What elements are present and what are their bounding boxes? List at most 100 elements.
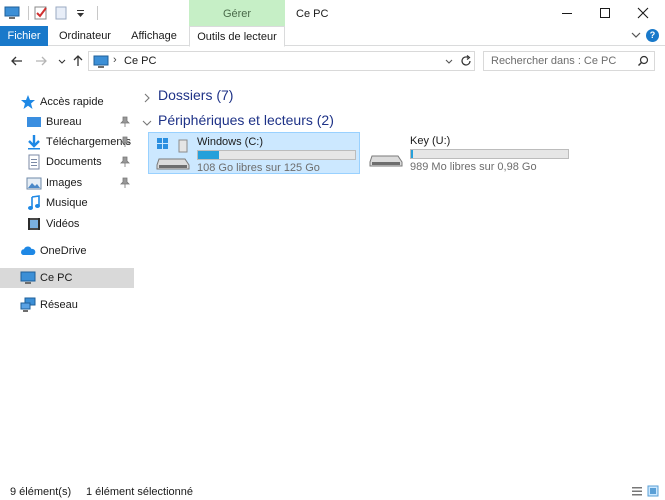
drive-name: Key (U:) — [410, 135, 451, 147]
customize-toolbar-icon[interactable] — [73, 5, 89, 21]
tab-file[interactable]: Fichier — [0, 26, 48, 46]
cloud-icon — [20, 243, 36, 259]
pin-icon — [120, 116, 130, 127]
sidebar-item-downloads[interactable]: Téléchargements — [0, 132, 134, 152]
group-title: Périphériques et lecteurs (2) — [158, 112, 334, 128]
item-count: 9 élément(s) — [10, 486, 72, 498]
up-button[interactable] — [70, 53, 86, 69]
drive-usage-bar — [197, 150, 356, 160]
sidebar-item-desktop[interactable]: Bureau — [0, 112, 134, 132]
recent-locations-button[interactable] — [54, 53, 70, 69]
navigation-pane: Accès rapide Bureau Téléchargements Docu… — [0, 75, 134, 475]
chevron-down-icon — [631, 32, 641, 38]
ribbon-tabs: Fichier Ordinateur Affichage Outils de l… — [0, 26, 665, 47]
minimize-icon — [562, 13, 572, 14]
sidebar-item-label: Ce PC — [40, 272, 73, 284]
sidebar-item-label: Documents — [46, 156, 102, 168]
breadcrumb-chevron-icon[interactable]: › — [113, 54, 117, 66]
back-button[interactable] — [9, 53, 25, 69]
drive-usage-fill — [198, 151, 220, 159]
tab-drive-tools[interactable]: Outils de lecteur — [189, 26, 285, 47]
maximize-icon — [600, 8, 610, 18]
computer-icon[interactable] — [4, 5, 20, 21]
search-icon — [638, 55, 649, 66]
toolbar-divider — [28, 6, 29, 20]
sidebar-item-music[interactable]: Musique — [0, 193, 134, 213]
music-icon — [26, 195, 42, 211]
address-bar[interactable]: › Ce PC — [88, 51, 475, 71]
removable-drive-icon — [368, 136, 404, 170]
properties-icon[interactable] — [33, 5, 49, 21]
new-folder-icon[interactable] — [53, 5, 69, 21]
breadcrumb[interactable]: Ce PC — [124, 55, 156, 67]
sidebar-item-this-pc[interactable]: Ce PC — [0, 268, 134, 288]
large-icons-view-icon[interactable] — [647, 485, 659, 497]
sidebar-item-label: Accès rapide — [40, 96, 104, 108]
group-header-folders[interactable]: Dossiers (7) — [142, 85, 233, 105]
help-icon[interactable]: ? — [646, 29, 659, 42]
navigation-bar: › Ce PC Rechercher dans : Ce PC — [0, 47, 665, 75]
tab-computer[interactable]: Ordinateur — [52, 26, 118, 46]
videos-icon — [26, 216, 42, 232]
group-title: Dossiers (7) — [158, 87, 234, 103]
drive-free-space: 108 Go libres sur 125 Go — [197, 162, 320, 174]
chevron-down-icon — [445, 59, 453, 64]
drive-item-windows-c[interactable]: Windows (C:) 108 Go libres sur 125 Go — [148, 132, 360, 174]
sidebar-item-videos[interactable]: Vidéos — [0, 214, 134, 234]
content-pane: Dossiers (7) Périphériques et lecteurs (… — [140, 75, 665, 475]
chevron-right-icon[interactable] — [142, 90, 152, 103]
title-bar: Gérer Ce PC — [0, 0, 665, 26]
documents-icon — [26, 154, 42, 170]
chevron-down-icon[interactable] — [142, 115, 152, 126]
toolbar-divider — [97, 6, 98, 20]
sidebar-item-onedrive[interactable]: OneDrive — [0, 241, 134, 261]
status-bar: 9 élément(s) 1 élément sélectionné — [0, 478, 665, 500]
images-icon — [26, 175, 42, 191]
system-drive-icon — [155, 137, 191, 171]
drive-usage-bar — [410, 149, 569, 159]
quick-access-toolbar — [4, 4, 98, 22]
arrow-right-icon — [36, 56, 47, 66]
pin-icon — [120, 136, 130, 147]
computer-icon — [93, 55, 109, 68]
search-input[interactable]: Rechercher dans : Ce PC — [491, 55, 616, 67]
sidebar-item-label: Vidéos — [46, 218, 80, 230]
forward-button[interactable] — [33, 53, 49, 69]
sidebar-item-label: Téléchargements — [46, 136, 131, 148]
selection-count: 1 élément sélectionné — [86, 486, 194, 498]
computer-icon — [20, 270, 36, 286]
drive-item-key-u[interactable]: Key (U:) 989 Mo libres sur 0,98 Go — [362, 132, 582, 174]
sidebar-item-label: Bureau — [46, 116, 82, 128]
close-icon — [637, 7, 649, 19]
network-icon — [20, 297, 36, 313]
refresh-icon — [461, 55, 471, 66]
sidebar-item-label: OneDrive — [40, 245, 87, 257]
sidebar-item-label: Musique — [46, 197, 88, 209]
expand-ribbon-button[interactable] — [629, 28, 643, 42]
tab-view[interactable]: Affichage — [124, 26, 184, 46]
pin-icon — [120, 177, 130, 188]
group-header-devices[interactable]: Périphériques et lecteurs (2) — [142, 110, 334, 130]
sidebar-item-label: Réseau — [40, 299, 78, 311]
arrow-up-icon — [73, 55, 83, 66]
star-icon — [20, 94, 36, 110]
downloads-icon — [26, 134, 42, 150]
pin-icon — [120, 156, 130, 167]
desktop-icon — [26, 114, 42, 130]
search-box[interactable]: Rechercher dans : Ce PC — [483, 51, 655, 71]
arrow-left-icon — [11, 56, 22, 66]
close-button[interactable] — [625, 0, 661, 26]
chevron-down-icon — [58, 59, 66, 64]
sidebar-item-network[interactable]: Réseau — [0, 295, 134, 315]
minimize-button[interactable] — [549, 0, 585, 26]
view-switcher — [631, 485, 659, 497]
sidebar-item-documents[interactable]: Documents — [0, 152, 134, 172]
drive-name: Windows (C:) — [197, 136, 264, 148]
drive-free-space: 989 Mo libres sur 0,98 Go — [410, 161, 537, 173]
details-view-icon[interactable] — [631, 485, 643, 497]
maximize-button[interactable] — [587, 0, 623, 26]
sidebar-item-images[interactable]: Images — [0, 173, 134, 193]
window-title: Ce PC — [296, 8, 329, 20]
contextual-tab-manage[interactable]: Gérer — [189, 0, 285, 26]
sidebar-item-quick-access[interactable]: Accès rapide — [0, 92, 134, 112]
